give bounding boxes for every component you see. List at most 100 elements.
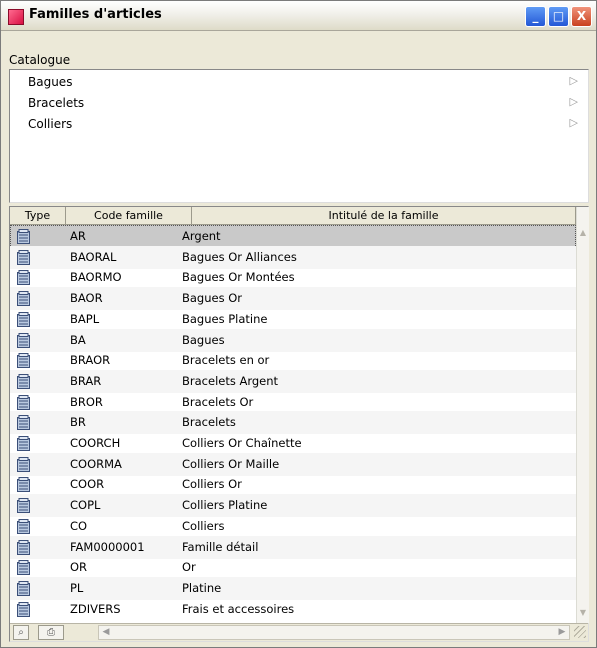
family-code-cell: BAORMO <box>70 270 122 285</box>
close-button[interactable]: X <box>571 6 592 27</box>
scroll-right-icon[interactable]: ▶ <box>555 626 569 639</box>
family-type-icon <box>17 332 30 348</box>
family-type-icon <box>17 436 30 451</box>
family-label-cell: Bagues <box>182 332 225 347</box>
catalog-item-bagues[interactable]: Bagues ▷ <box>10 72 588 92</box>
family-type-icon <box>17 498 30 514</box>
family-label-cell: Bagues Platine <box>182 311 268 326</box>
family-code-cell: COPL <box>70 498 101 513</box>
family-type-icon <box>17 270 30 286</box>
table-row[interactable]: BRAOR Bracelets en or <box>10 349 576 372</box>
table-row[interactable]: BR Bracelets <box>10 411 576 435</box>
family-type-icon <box>17 456 30 472</box>
family-label-cell: Bagues Or Alliances <box>182 249 297 264</box>
table-statusbar: ⌕ ⎙ ◀ ▶ <box>10 623 588 641</box>
family-type-icon <box>17 518 30 534</box>
table-row[interactable]: AR Argent <box>10 225 576 248</box>
family-code-cell: PL <box>70 580 84 595</box>
app-icon <box>8 9 24 25</box>
scroll-left-icon[interactable]: ◀ <box>99 626 113 639</box>
scroll-down-icon[interactable]: ▼ <box>577 605 589 621</box>
family-code-cell: BROR <box>70 394 103 409</box>
family-code-cell: COOR <box>70 477 105 492</box>
family-label-cell: Bagues Or Montées <box>182 270 295 285</box>
family-code-cell: ZDIVERS <box>70 601 121 616</box>
family-label-cell: Colliers Or Chaînette <box>182 436 302 450</box>
table-row[interactable]: BAPL Bagues Platine <box>10 308 576 331</box>
family-label-cell: Bracelets en or <box>182 353 270 368</box>
families-window: Familles d'articles _ □ X Catalogue Bagu… <box>0 0 597 648</box>
family-type-icon <box>17 229 30 244</box>
family-type-icon <box>17 415 30 431</box>
maximize-button[interactable]: □ <box>548 6 569 27</box>
family-label-cell: Bracelets Or <box>182 394 254 409</box>
family-label-cell: Colliers Or <box>182 477 242 492</box>
family-label-cell: Frais et accessoires <box>182 601 295 616</box>
family-type-icon <box>17 539 30 555</box>
column-header-label[interactable]: Intitulé de la famille <box>192 207 576 225</box>
table-header: Type Code famille Intitulé de la famille <box>10 207 576 225</box>
table-row[interactable]: ZDIVERS Frais et accessoires <box>10 598 576 621</box>
table-row[interactable]: BROR Bracelets Or <box>10 391 576 414</box>
family-label-cell: Bracelets Argent <box>182 373 279 388</box>
family-code-cell: FAM0000001 <box>70 539 145 554</box>
family-type-icon <box>17 580 30 596</box>
expand-arrow-icon[interactable]: ▷ <box>570 74 578 87</box>
family-code-cell: BR <box>70 415 86 430</box>
title-bar[interactable]: Familles d'articles _ □ X <box>1 1 596 31</box>
family-code-cell: COORMA <box>70 456 122 471</box>
scroll-up-icon[interactable]: ▲ <box>577 225 589 241</box>
minimize-button[interactable]: _ <box>525 6 546 27</box>
catalog-label: Catalogue <box>9 53 71 67</box>
family-type-icon <box>17 601 30 617</box>
column-header-code[interactable]: Code famille <box>66 207 192 225</box>
family-type-icon <box>17 394 30 410</box>
column-header-type[interactable]: Type <box>10 207 66 225</box>
catalog-item-bracelets[interactable]: Bracelets ▷ <box>10 93 588 113</box>
family-label-cell: Or <box>182 560 196 575</box>
table-row[interactable]: BA Bagues <box>10 328 576 352</box>
family-type-icon <box>17 373 30 389</box>
expand-arrow-icon[interactable]: ▷ <box>570 95 578 108</box>
table-row[interactable]: CO Colliers <box>10 515 576 538</box>
table-row[interactable]: COORCH Colliers Or Chaînette <box>10 432 576 455</box>
table-row[interactable]: COOR Colliers Or <box>10 473 576 496</box>
family-type-icon <box>17 291 30 307</box>
table-row[interactable]: BAORMO Bagues Or Montées <box>10 266 576 289</box>
family-code-cell: AR <box>70 229 86 243</box>
family-type-icon <box>17 353 30 369</box>
horizontal-scrollbar[interactable]: ◀ ▶ <box>98 625 570 640</box>
resize-grip-icon[interactable] <box>574 626 586 638</box>
family-code-cell: BRAR <box>70 373 102 388</box>
family-code-cell: BA <box>70 332 86 347</box>
table-row[interactable]: BRAR Bracelets Argent <box>10 369 576 393</box>
family-code-cell: CO <box>70 518 88 533</box>
vertical-scrollbar[interactable]: ▲ ▼ <box>576 207 589 623</box>
table-row[interactable]: BAOR Bagues Or <box>10 287 576 311</box>
family-label-cell: Bagues Or <box>182 291 243 306</box>
table-row[interactable]: COORMA Colliers Or Maille <box>10 452 576 476</box>
catalog-item-label: Bracelets <box>28 96 85 110</box>
family-code-cell: BRAOR <box>70 353 111 368</box>
table-row[interactable]: PL Platine <box>10 576 576 600</box>
table-row[interactable]: COPL Colliers Platine <box>10 494 576 518</box>
catalog-tree: Bagues ▷ Bracelets ▷ Colliers ▷ <box>9 69 589 203</box>
family-label-cell: Argent <box>182 229 221 243</box>
table-row[interactable]: OR Or <box>10 556 576 579</box>
search-icon[interactable]: ⌕ <box>13 625 29 640</box>
family-type-icon <box>17 249 30 265</box>
catalog-item-colliers[interactable]: Colliers ▷ <box>10 114 588 134</box>
family-type-icon <box>17 311 30 327</box>
family-type-icon <box>17 477 30 493</box>
table-row[interactable]: FAM0000001 Famille détail <box>10 535 576 559</box>
family-type-icon <box>17 560 30 576</box>
families-table: Type Code famille Intitulé de la famille… <box>9 206 589 642</box>
print-icon[interactable]: ⎙ <box>38 625 64 640</box>
family-label-cell: Colliers <box>182 518 225 533</box>
family-code-cell: COORCH <box>70 436 121 450</box>
expand-arrow-icon[interactable]: ▷ <box>570 116 578 129</box>
family-code-cell: BAORAL <box>70 249 117 264</box>
catalog-item-label: Colliers <box>28 117 73 131</box>
table-row[interactable]: BAORAL Bagues Or Alliances <box>10 245 576 269</box>
family-label-cell: Platine <box>182 580 222 595</box>
